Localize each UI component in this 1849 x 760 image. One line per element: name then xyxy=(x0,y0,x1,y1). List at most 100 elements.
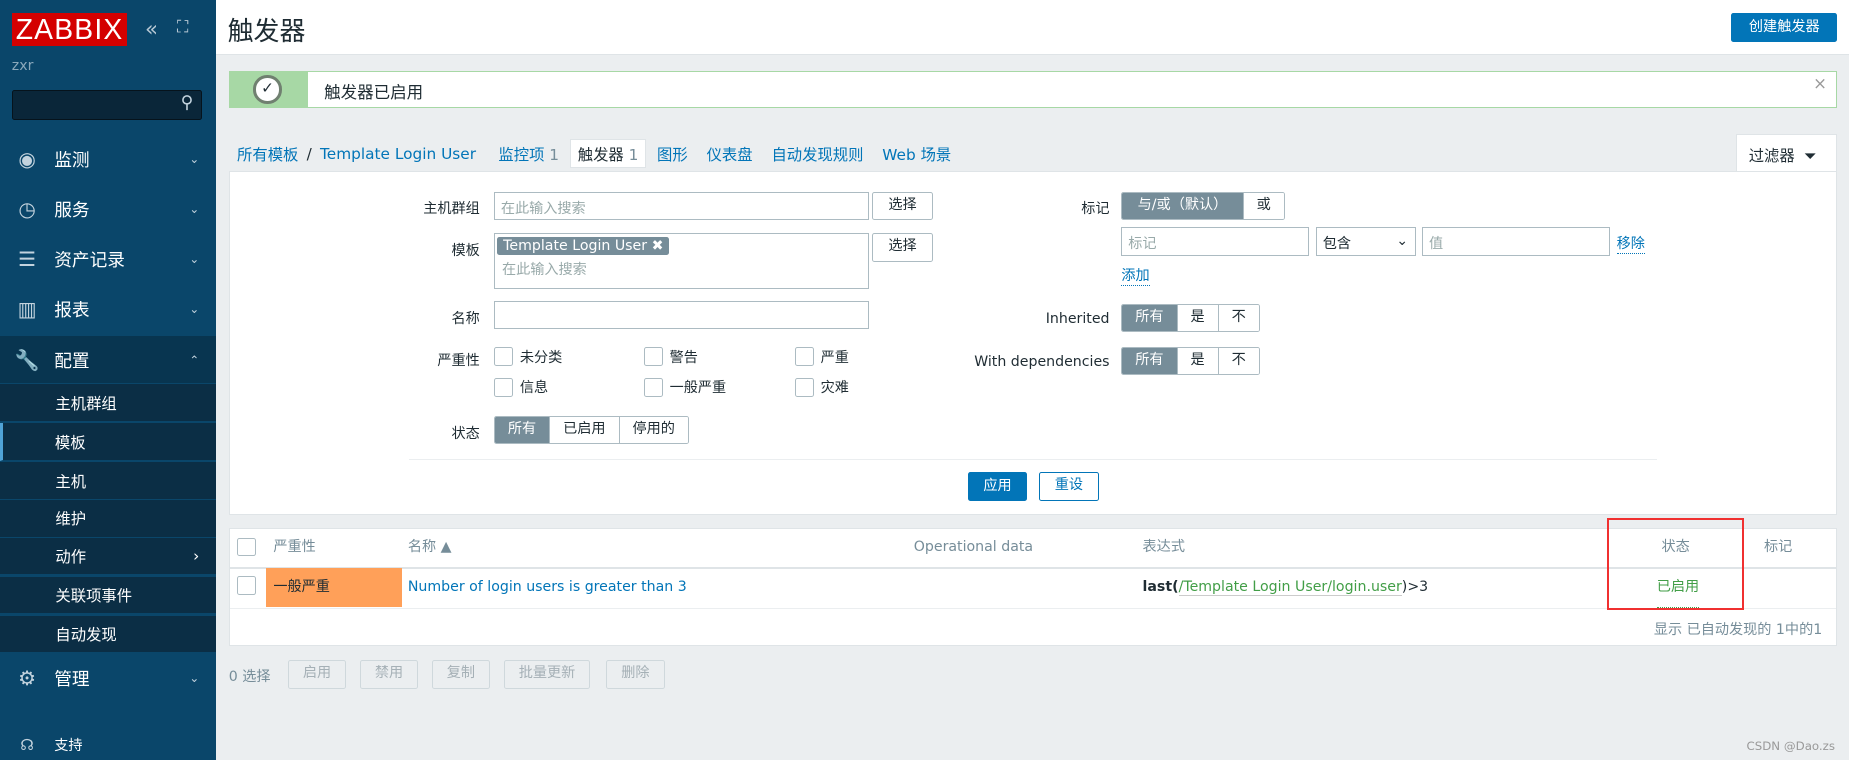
tab-count: 1 xyxy=(628,145,639,164)
submenu-hosts[interactable]: 主机 xyxy=(0,462,216,501)
with-dependencies-label: With dependencies xyxy=(974,353,1110,370)
create-trigger-button[interactable]: 创建触发器 xyxy=(1731,12,1838,43)
checkbox[interactable] xyxy=(643,377,663,397)
eye-icon: ◉ xyxy=(18,147,36,172)
remove-tag-link[interactable]: 移除 xyxy=(1616,233,1645,255)
deps-no[interactable]: 不 xyxy=(1217,347,1259,374)
success-banner: ✓ xyxy=(229,71,308,108)
tag-value-input[interactable]: 值 xyxy=(1422,227,1610,256)
tab-items[interactable]: 监控项 1 xyxy=(498,143,559,165)
severity-average[interactable]: 一般严重 xyxy=(643,377,726,397)
inherited-no[interactable]: 不 xyxy=(1217,305,1259,332)
checkbox[interactable] xyxy=(236,576,256,596)
close-icon[interactable]: × xyxy=(1813,74,1827,93)
selected-count: 0 选择 xyxy=(228,669,271,686)
state-all[interactable]: 所有 xyxy=(494,417,550,444)
nav-support[interactable]: ☊ 支持 xyxy=(0,722,216,760)
severity-label: 严重性 xyxy=(437,353,480,370)
tab-discovery-rules[interactable]: 自动发现规则 xyxy=(771,143,863,165)
nav-administration[interactable]: ⚙ 管理 ⌄ xyxy=(0,655,216,702)
sidebar-search-input[interactable]: ⚲ xyxy=(11,89,202,121)
submenu-event-correlation[interactable]: 关联项事件 xyxy=(0,576,216,615)
watermark: CSDN @Dao.zs xyxy=(1746,739,1835,754)
row-checkbox[interactable] xyxy=(236,576,256,596)
collapse-sidebar-icon[interactable]: « xyxy=(145,17,158,42)
severity-disaster[interactable]: 灾难 xyxy=(794,377,849,397)
column-name[interactable]: 名称 ▲ xyxy=(408,529,452,567)
nav-configuration[interactable]: 🔧 配置 ⌃ xyxy=(0,336,216,384)
mass-update-button[interactable]: 批量更新 xyxy=(503,660,591,689)
submenu-maintenance[interactable]: 维护 xyxy=(0,500,216,538)
nav-monitoring[interactable]: ◉ 监测 ⌄ xyxy=(0,136,216,183)
tab-triggers[interactable]: 触发器 1 xyxy=(569,139,647,168)
expression-tail: )>3 xyxy=(1401,579,1429,596)
checkbox[interactable] xyxy=(493,377,513,397)
checkbox[interactable] xyxy=(643,347,663,366)
host-group-input[interactable]: 在此输入搜索 xyxy=(493,192,869,221)
chevron-down-icon: ⌄ xyxy=(1396,233,1409,250)
nav-reports[interactable]: ▥ 报表 ⌄ xyxy=(0,285,216,332)
tags-evaltype-toggle: 与/或（默认）或 xyxy=(1121,192,1285,221)
severity-information[interactable]: 信息 xyxy=(493,377,548,397)
remove-chip-icon[interactable]: ✖ xyxy=(652,238,664,254)
tab-dashboards[interactable]: 仪表盘 xyxy=(707,143,753,165)
checkbox[interactable] xyxy=(493,347,513,366)
inherited-yes[interactable]: 是 xyxy=(1176,305,1218,332)
name-input[interactable] xyxy=(493,300,869,329)
tag-name-input[interactable]: 标记 xyxy=(1121,227,1309,256)
checkbox-label: 未分类 xyxy=(519,349,563,366)
host-group-select-button[interactable]: 选择 xyxy=(872,192,933,221)
page-title: 触发器 xyxy=(227,16,306,47)
disable-button[interactable]: 禁用 xyxy=(359,660,419,689)
severity-not-classified[interactable]: 未分类 xyxy=(493,347,563,367)
tags-and-or[interactable]: 与/或（默认） xyxy=(1122,193,1243,220)
divider xyxy=(409,458,1657,460)
zabbix-logo[interactable]: ZABBIX xyxy=(11,12,128,46)
state-enabled[interactable]: 已启用 xyxy=(549,417,619,444)
submenu-discovery[interactable]: 自动发现 xyxy=(0,615,216,654)
breadcrumb-template[interactable]: Template Login User xyxy=(320,145,476,163)
trigger-name-link[interactable]: Number of login users is greater than 3 xyxy=(408,568,687,607)
nav-inventory[interactable]: ☰ 资产记录 ⌄ xyxy=(0,236,216,283)
tags-or[interactable]: 或 xyxy=(1242,193,1284,220)
submenu-actions[interactable]: 动作 › xyxy=(0,537,216,576)
checkbox[interactable] xyxy=(236,537,256,557)
tag-operator-select[interactable]: 包含 ⌄ xyxy=(1315,227,1417,256)
delete-button[interactable]: 删除 xyxy=(606,660,665,689)
search-icon[interactable]: ⚲ xyxy=(181,93,194,113)
tab-web-scenarios[interactable]: Web 场景 xyxy=(882,143,951,165)
apply-button[interactable]: 应用 xyxy=(968,471,1027,501)
kiosk-mode-icon[interactable]: ⛶ xyxy=(177,17,189,37)
nav-label: 报表 xyxy=(54,300,90,321)
add-tag-link[interactable]: 添加 xyxy=(1121,265,1150,287)
submenu-host-groups[interactable]: 主机群组 xyxy=(0,384,216,423)
deps-all[interactable]: 所有 xyxy=(1122,347,1177,374)
tab-graphs[interactable]: 图形 xyxy=(657,143,688,165)
select-all-checkbox[interactable] xyxy=(236,537,256,557)
list-icon: ☰ xyxy=(18,247,37,272)
breadcrumb-all-templates[interactable]: 所有模板 xyxy=(237,143,298,165)
checkbox-label: 警告 xyxy=(669,349,698,366)
enable-button[interactable]: 启用 xyxy=(287,660,347,689)
expression-item-link[interactable]: /Template Login User/login.user xyxy=(1178,579,1402,597)
filter-panel: 主机群组 在此输入搜索 选择 模板 Template Login User ✖ … xyxy=(228,170,1838,516)
chevron-down-icon: ⌄ xyxy=(189,671,200,686)
filter-tab[interactable]: 过滤器 ⏷ xyxy=(1735,134,1838,173)
breadcrumb: 所有模板 / Template Login User 监控项 1 触发器 1 图… xyxy=(237,139,951,168)
column-severity[interactable]: 严重性 xyxy=(273,529,315,567)
submenu-templates[interactable]: 模板 xyxy=(0,423,216,462)
nav-label: 监测 xyxy=(54,151,90,172)
copy-button[interactable]: 复制 xyxy=(431,660,491,689)
severity-high[interactable]: 严重 xyxy=(794,347,849,367)
inherited-all[interactable]: 所有 xyxy=(1122,305,1177,332)
checkbox[interactable] xyxy=(794,377,814,397)
checkbox[interactable] xyxy=(794,347,814,366)
deps-yes[interactable]: 是 xyxy=(1176,347,1218,374)
severity-warning[interactable]: 警告 xyxy=(643,347,698,367)
template-input[interactable]: Template Login User ✖ 在此输入搜索 xyxy=(493,233,869,289)
reset-button[interactable]: 重设 xyxy=(1038,471,1099,501)
nav-services[interactable]: ◷ 服务 ⌄ xyxy=(0,185,216,232)
state-disabled[interactable]: 停用的 xyxy=(618,417,688,444)
template-select-button[interactable]: 选择 xyxy=(872,233,933,262)
check-icon: ✓ xyxy=(253,75,282,104)
